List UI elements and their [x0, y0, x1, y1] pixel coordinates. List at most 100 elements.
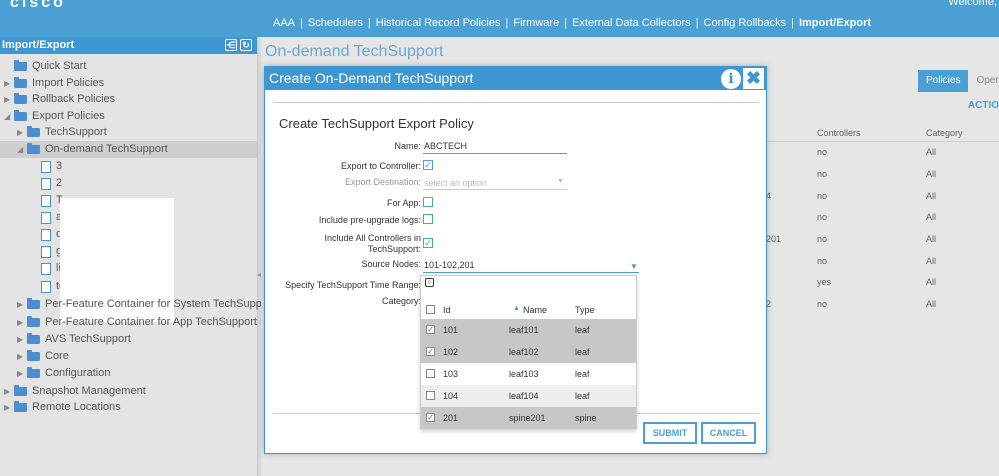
expand-arrow-icon[interactable]: ▶ — [17, 314, 27, 331]
expand-arrow-icon[interactable]: ▶ — [17, 124, 27, 141]
expand-arrow-icon[interactable]: ▶ — [4, 75, 14, 92]
node-row-104[interactable]: 104 leaf104 leaf — [421, 385, 636, 407]
expand-arrow-icon[interactable]: ▶ — [17, 296, 27, 313]
cisco-logo: cisco — [10, 0, 66, 11]
column-header-id[interactable]: Id — [443, 305, 451, 315]
node-row-103[interactable]: 103 leaf103 leaf — [421, 363, 636, 385]
cancel-button[interactable]: CANCEL — [701, 422, 756, 444]
node-id: 104 — [443, 391, 459, 401]
node-row-201[interactable]: ✓ 201 spine201 spine — [421, 407, 636, 429]
column-header-type[interactable]: Type — [575, 305, 595, 315]
sidebar-item-on-demand-techsupport[interactable]: ◢ On-demand TechSupport — [0, 141, 257, 158]
tab-operational[interactable]: Oper — [968, 70, 999, 92]
table-cell: All — [926, 234, 937, 244]
pre-upgrade-logs-label: Include pre-upgrade logs: — [318, 215, 421, 225]
pre-upgrade-logs-checkbox[interactable] — [423, 214, 433, 224]
sidebar-item-policy[interactable]: 2 — [41, 175, 62, 192]
source-nodes-underline — [423, 259, 639, 273]
table-header: Controllers Category — [766, 125, 999, 142]
page-title: On-demand TechSupport — [265, 43, 444, 60]
subnav-import-export[interactable]: Import/Export — [794, 17, 876, 29]
sidebar-item-snapshot-management[interactable]: ▶ Snapshot Management — [4, 383, 146, 400]
sidebar-item-remote-locations[interactable]: ▶ Remote Locations — [4, 399, 121, 416]
table-cell: All — [926, 191, 937, 201]
all-controllers-label-line2: TechSupport: — [367, 244, 421, 254]
collapse-arrow-icon[interactable]: ◢ — [17, 141, 27, 158]
sidebar-item-label: On-demand TechSupport — [45, 143, 168, 155]
sidebar-item-avs-techsupport[interactable]: ▶ AVS TechSupport — [17, 331, 131, 348]
subnav-schedulers[interactable]: Schedulers — [303, 17, 368, 29]
export-to-controller-checkbox[interactable]: ✓ — [423, 160, 433, 170]
table-cell: All — [926, 256, 937, 266]
column-header-controllers[interactable]: Controllers — [817, 128, 861, 138]
sidebar: Import/Export ⋲ ↻ Quick Start ▶ Import Po… — [0, 37, 301, 476]
export-destination-label: Export Destination: — [344, 177, 421, 187]
subnav-config-rollbacks[interactable]: Config Rollbacks — [699, 17, 792, 29]
folder-icon — [27, 298, 40, 309]
table-cell: no — [817, 147, 828, 157]
sidebar-item-quick-start[interactable]: Quick Start — [4, 58, 86, 75]
refresh-icon[interactable]: ↻ — [240, 39, 252, 51]
subnav-historical-record-policies[interactable]: Historical Record Policies — [371, 17, 506, 29]
expand-arrow-icon[interactable]: ▶ — [4, 383, 14, 400]
table-cell: no — [817, 191, 828, 201]
actions-menu[interactable]: ACTIO — [968, 100, 999, 111]
expand-arrow-icon[interactable]: ▶ — [17, 348, 27, 365]
folder-icon — [27, 143, 40, 154]
row-checkbox[interactable]: ✓ — [426, 325, 435, 334]
select-all-checkbox[interactable] — [426, 305, 435, 314]
sidebar-item-per-feature-system[interactable]: ▶ Per-Feature Container for System TechSu… — [17, 296, 301, 313]
expand-arrow-icon[interactable]: ▶ — [17, 331, 27, 348]
collapse-arrow-icon[interactable]: ◢ — [4, 108, 14, 125]
sidebar-item-core[interactable]: ▶ Core — [17, 348, 69, 365]
sidebar-item-label: Quick Start — [32, 60, 87, 72]
tree-view-icon[interactable]: ⋲ — [225, 39, 237, 51]
column-header-category[interactable]: Category — [926, 128, 963, 138]
folder-icon — [27, 367, 40, 378]
sidebar-item-rollback-policies[interactable]: ▶ Rollback Policies — [4, 91, 115, 108]
close-icon[interactable]: ✖ — [743, 68, 764, 89]
node-name: spine201 — [509, 413, 546, 423]
column-header-name[interactable]: Name — [523, 305, 547, 315]
for-app-checkbox[interactable] — [423, 197, 433, 207]
subnav-aaa[interactable]: AAA — [268, 17, 300, 29]
tab-policies[interactable]: Policies — [918, 70, 969, 92]
document-icon — [41, 262, 51, 275]
sidebar-item-import-policies[interactable]: ▶ Import Policies — [4, 75, 104, 92]
sidebar-item-policy[interactable]: 3 — [41, 158, 62, 175]
node-name: leaf101 — [509, 325, 539, 335]
row-checkbox[interactable]: ✓ — [426, 413, 435, 422]
subnav-firmware[interactable]: Firmware — [508, 17, 564, 29]
search-icon[interactable]: ○ — [425, 278, 434, 287]
sidebar-item-techsupport[interactable]: ▶ TechSupport — [17, 124, 107, 141]
sidebar-item-per-feature-app[interactable]: ▶ Per-Feature Container for App TechSuppo… — [17, 314, 283, 331]
subnav-external-data-collectors[interactable]: External Data Collectors — [567, 17, 696, 29]
sidebar-item-label: Export Policies — [32, 110, 105, 122]
folder-icon — [27, 350, 40, 361]
node-row-101[interactable]: ✓ 101 leaf101 leaf — [421, 319, 636, 341]
row-checkbox[interactable] — [426, 391, 435, 400]
sidebar-item-policy[interactable]: a — [41, 209, 62, 226]
sidebar-item-configuration[interactable]: ▶ Configuration — [17, 365, 110, 382]
info-icon[interactable]: i — [721, 69, 741, 89]
expand-arrow-icon[interactable]: ▶ — [17, 365, 27, 382]
all-controllers-label-line1: Include All Controllers in — [324, 233, 421, 243]
row-checkbox[interactable] — [426, 369, 435, 378]
source-nodes-dropdown: ○ Id ▲ Name Type ✓ 101 leaf101 leaf ✓ 10… — [420, 275, 637, 429]
section-title: Create TechSupport Export Policy — [279, 116, 474, 131]
expand-arrow-icon[interactable]: ▶ — [4, 399, 14, 416]
sidebar-item-export-policies[interactable]: ◢ Export Policies — [4, 108, 105, 125]
sidebar-item-policy[interactable]: li — [41, 260, 61, 277]
submit-button[interactable]: SUBMIT — [643, 422, 697, 444]
tab-bar: Policies Oper — [918, 70, 999, 92]
node-row-102[interactable]: ✓ 102 leaf102 leaf — [421, 341, 636, 363]
name-label: Name: — [394, 141, 421, 151]
sort-ascending-icon[interactable]: ▲ — [513, 305, 520, 312]
expand-arrow-icon[interactable]: ▶ — [4, 91, 14, 108]
row-checkbox[interactable]: ✓ — [426, 347, 435, 356]
sidebar-item-label: Rollback Policies — [32, 93, 116, 105]
sidebar-item-policy[interactable]: d — [41, 226, 62, 243]
sidebar-item-policy[interactable]: g — [41, 243, 62, 260]
all-controllers-checkbox[interactable]: ✓ — [423, 238, 433, 248]
folder-icon — [14, 93, 27, 104]
